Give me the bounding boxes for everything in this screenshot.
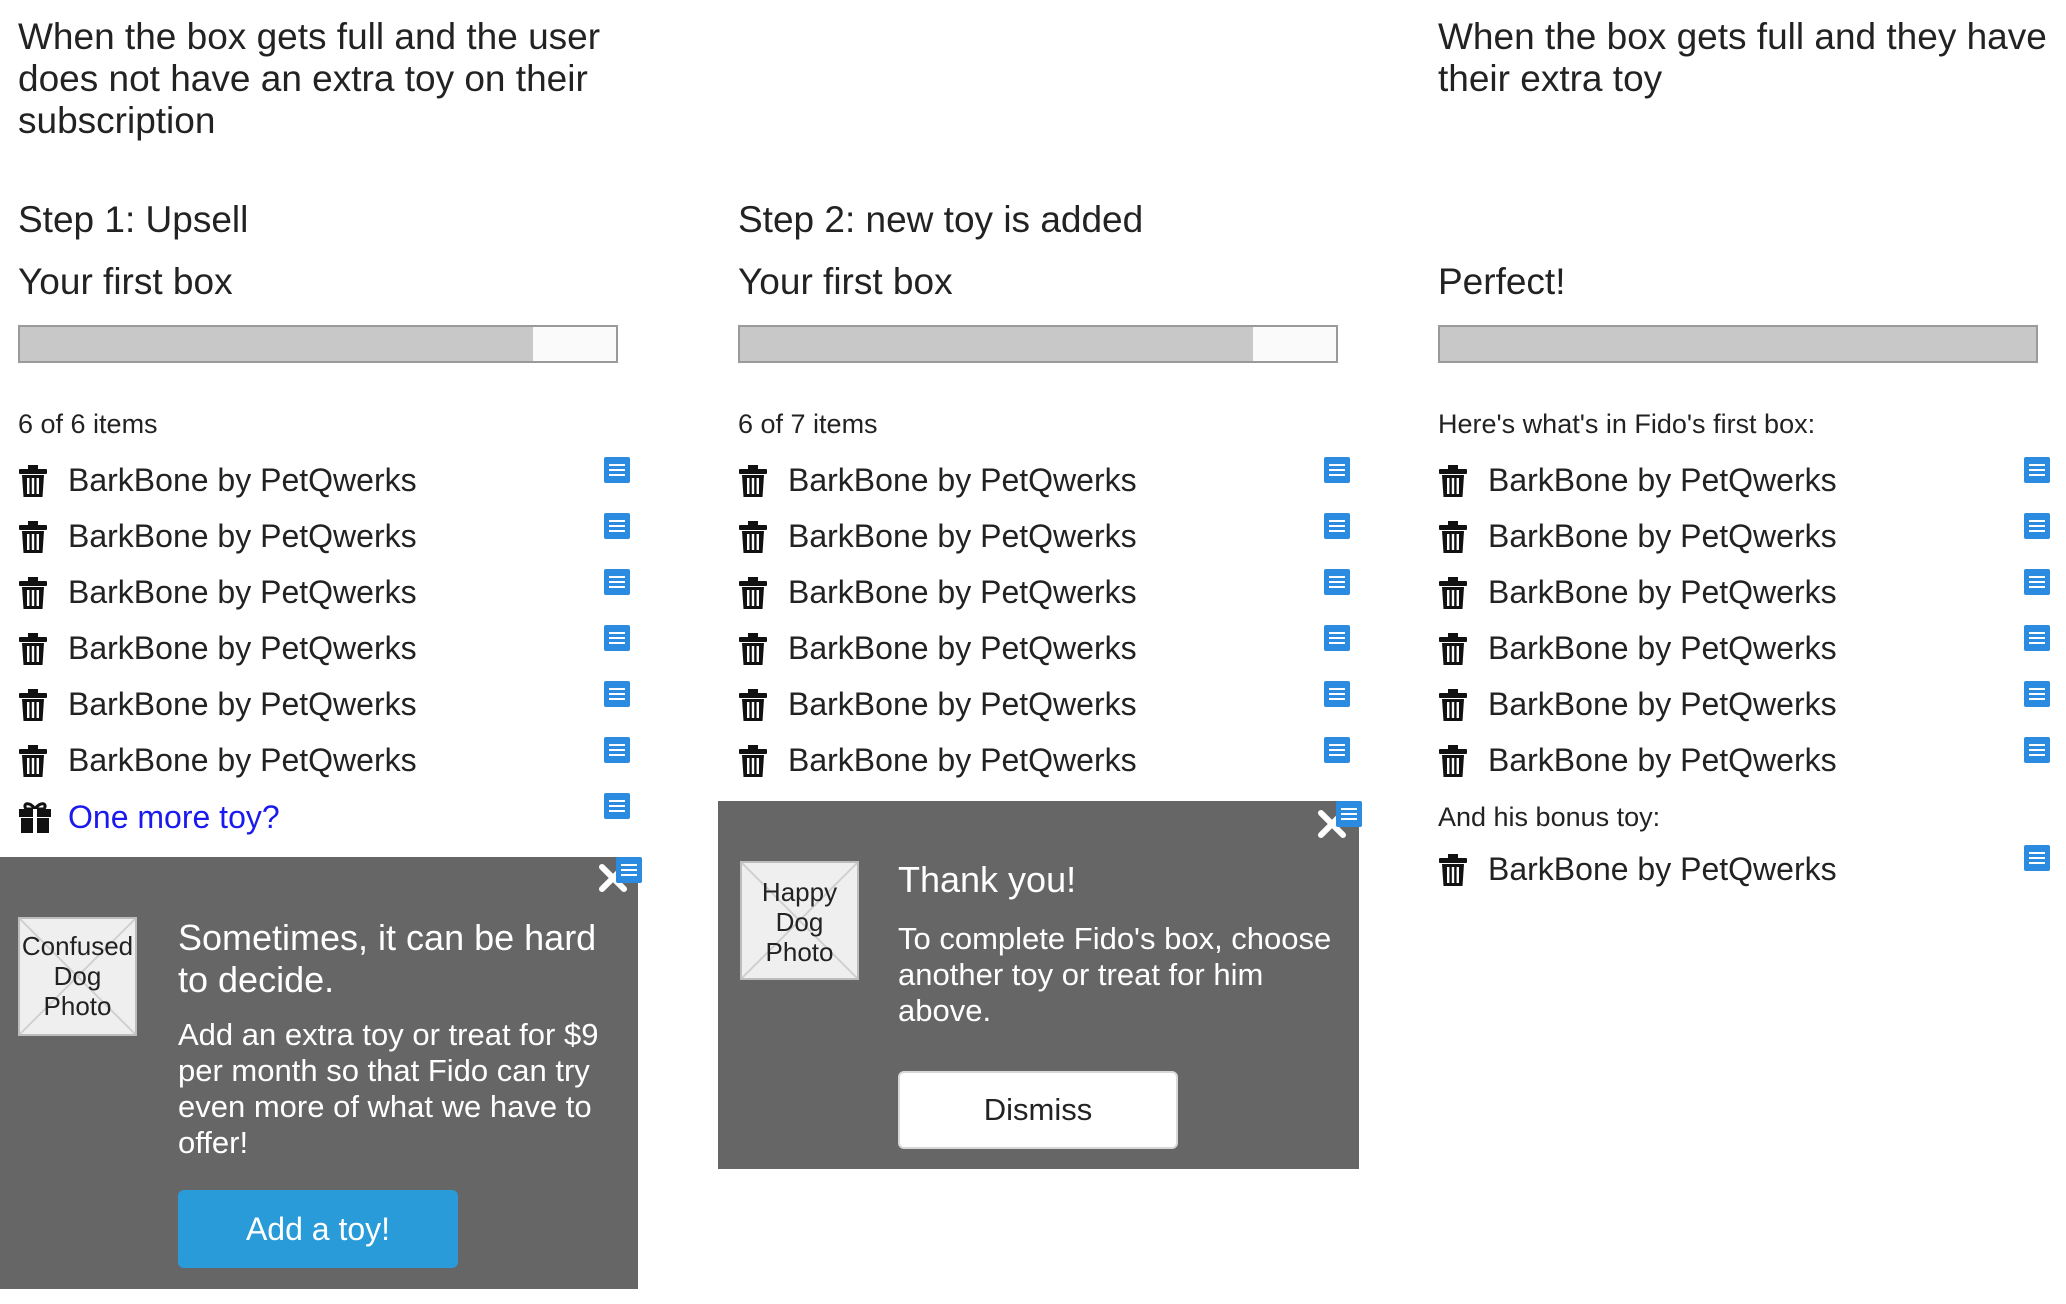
trash-icon[interactable] xyxy=(1438,632,1468,666)
trash-icon[interactable] xyxy=(738,632,768,666)
upsell-title: Sometimes, it can be hard to decide. xyxy=(178,917,597,1000)
one-more-toy-link[interactable]: One more toy? xyxy=(68,793,280,841)
thank-you-popup: Happy Dog Photo Thank you! To complete F… xyxy=(718,801,1359,1169)
trash-icon[interactable] xyxy=(18,464,48,498)
box-progress-fill xyxy=(20,327,533,361)
box-progress-bar xyxy=(738,325,1338,363)
box-contents-intro: Here's what's in Fido's first box: xyxy=(1438,409,1816,439)
add-toy-button[interactable]: Add a toy! xyxy=(178,1190,458,1268)
box-item-label: BarkBone by PetQwerks xyxy=(68,462,417,498)
column-1-heading: When the box gets full and the user does… xyxy=(18,16,601,141)
note-icon[interactable] xyxy=(1324,737,1350,763)
note-icon[interactable] xyxy=(604,681,630,707)
note-icon[interactable] xyxy=(604,737,630,763)
note-icon[interactable] xyxy=(1324,681,1350,707)
trash-icon[interactable] xyxy=(1438,853,1468,887)
step-2-label: Step 2: new toy is added xyxy=(738,199,1144,240)
box-item-label: BarkBone by PetQwerks xyxy=(68,686,417,722)
bonus-toy-label: And his bonus toy: xyxy=(1438,802,1661,832)
trash-icon[interactable] xyxy=(1438,576,1468,610)
note-icon[interactable] xyxy=(1324,569,1350,595)
box-item-label: BarkBone by PetQwerks xyxy=(788,574,1137,610)
note-icon[interactable] xyxy=(604,457,630,483)
note-icon[interactable] xyxy=(2024,681,2050,707)
note-icon[interactable] xyxy=(2024,625,2050,651)
photo-caption: Photo xyxy=(765,937,834,967)
trash-icon[interactable] xyxy=(738,464,768,498)
trash-icon[interactable] xyxy=(1438,744,1468,778)
box-item-label: BarkBone by PetQwerks xyxy=(68,574,417,610)
note-icon[interactable] xyxy=(2024,845,2050,871)
note-icon[interactable] xyxy=(1324,457,1350,483)
trash-icon[interactable] xyxy=(18,688,48,722)
box-item-label: BarkBone by PetQwerks xyxy=(68,518,417,554)
box-item-label: BarkBone by PetQwerks xyxy=(788,630,1137,666)
box-progress-bar xyxy=(1438,325,2038,363)
photo-caption: Dog xyxy=(775,907,824,937)
trash-icon[interactable] xyxy=(738,576,768,610)
note-icon[interactable] xyxy=(616,857,642,883)
trash-icon[interactable] xyxy=(738,688,768,722)
photo-caption: Happy xyxy=(761,877,838,907)
note-icon[interactable] xyxy=(2024,737,2050,763)
box-item-label: BarkBone by PetQwerks xyxy=(788,742,1137,778)
note-icon[interactable] xyxy=(1324,625,1350,651)
note-icon[interactable] xyxy=(604,569,630,595)
trash-icon[interactable] xyxy=(1438,464,1468,498)
box-item-label: BarkBone by PetQwerks xyxy=(788,686,1137,722)
box-progress-fill xyxy=(1440,327,2036,361)
dismiss-button[interactable]: Dismiss xyxy=(898,1071,1178,1149)
box-item-label: BarkBone by PetQwerks xyxy=(1488,462,1837,498)
note-icon[interactable] xyxy=(604,793,630,819)
trash-icon[interactable] xyxy=(738,744,768,778)
item-count: 6 of 6 items xyxy=(18,409,158,439)
confused-dog-photo: Confused Dog Photo xyxy=(18,917,137,1036)
trash-icon[interactable] xyxy=(18,744,48,778)
trash-icon[interactable] xyxy=(738,520,768,554)
box-item-label: BarkBone by PetQwerks xyxy=(1488,742,1837,778)
photo-caption: Confused xyxy=(21,931,134,961)
trash-icon[interactable] xyxy=(1438,688,1468,722)
box-item-label: BarkBone by PetQwerks xyxy=(1488,630,1837,666)
note-icon[interactable] xyxy=(1336,801,1362,827)
note-icon[interactable] xyxy=(2024,457,2050,483)
box-title: Your first box xyxy=(18,261,233,302)
upsell-body: Add an extra toy or treat for $9 per mon… xyxy=(178,1017,599,1160)
trash-icon[interactable] xyxy=(18,576,48,610)
box-item-label: BarkBone by PetQwerks xyxy=(788,462,1137,498)
step-1-label: Step 1: Upsell xyxy=(18,199,249,240)
box-item-label: BarkBone by PetQwerks xyxy=(68,742,417,778)
box-item-label: BarkBone by PetQwerks xyxy=(1488,518,1837,554)
photo-caption: Photo xyxy=(43,991,112,1021)
note-icon[interactable] xyxy=(2024,569,2050,595)
trash-icon[interactable] xyxy=(18,520,48,554)
photo-caption: Dog xyxy=(53,961,102,991)
box-progress-fill xyxy=(740,327,1253,361)
column-3-heading: When the box gets full and they have the… xyxy=(1438,16,2047,99)
box-progress-bar xyxy=(18,325,618,363)
box-title: Your first box xyxy=(738,261,953,302)
bonus-item-label: BarkBone by PetQwerks xyxy=(1488,851,1837,887)
item-count: 6 of 7 items xyxy=(738,409,878,439)
note-icon[interactable] xyxy=(2024,513,2050,539)
happy-dog-photo: Happy Dog Photo xyxy=(740,861,859,980)
box-item-label: BarkBone by PetQwerks xyxy=(1488,574,1837,610)
note-icon[interactable] xyxy=(604,513,630,539)
trash-icon[interactable] xyxy=(1438,520,1468,554)
box-status-title: Perfect! xyxy=(1438,261,1566,302)
trash-icon[interactable] xyxy=(18,632,48,666)
box-item-label: BarkBone by PetQwerks xyxy=(1488,686,1837,722)
thank-you-title: Thank you! xyxy=(898,859,1077,900)
gift-icon xyxy=(18,800,52,834)
box-item-label: BarkBone by PetQwerks xyxy=(788,518,1137,554)
box-item-label: BarkBone by PetQwerks xyxy=(68,630,417,666)
upsell-popup: Confused Dog Photo Sometimes, it can be … xyxy=(0,857,638,1289)
note-icon[interactable] xyxy=(1324,513,1350,539)
thank-you-body: To complete Fido's box, choose another t… xyxy=(898,921,1332,1028)
note-icon[interactable] xyxy=(604,625,630,651)
